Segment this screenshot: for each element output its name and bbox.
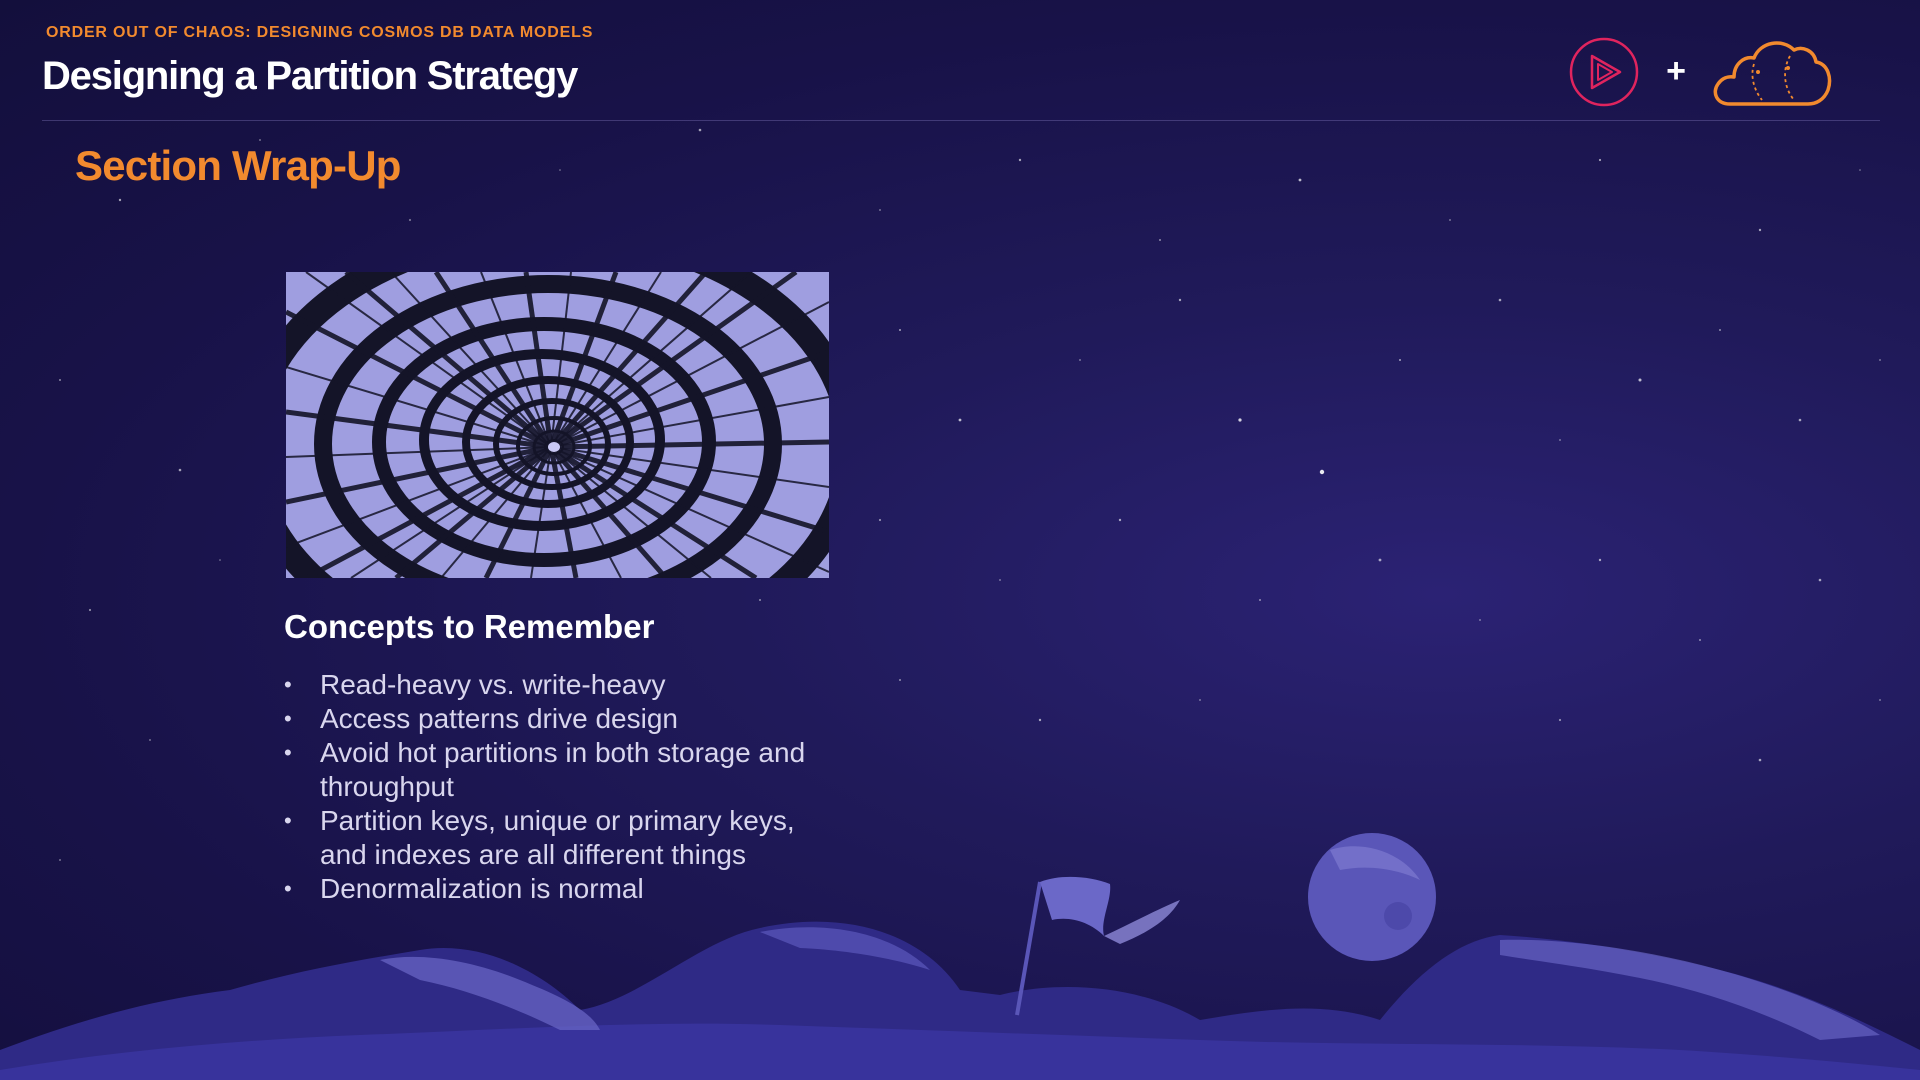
list-item: • Avoid hot partitions in both storage an… — [284, 736, 844, 804]
page-title: Designing a Partition Strategy — [42, 54, 578, 98]
plus-separator: + — [1666, 52, 1686, 90]
concepts-heading: Concepts to Remember — [284, 608, 655, 645]
moonscape-illustration — [0, 833, 1920, 1080]
slide: ORDER OUT OF CHAOS: DESIGNING COSMOS DB … — [0, 0, 1920, 1080]
course-kicker: ORDER OUT OF CHAOS: DESIGNING COSMOS DB … — [46, 24, 594, 41]
list-item: • Read-heavy vs. write-heavy — [284, 668, 844, 702]
spiral-staircase-image — [286, 272, 829, 578]
bullet-icon: • — [284, 740, 292, 765]
pluralsight-play-icon — [1569, 37, 1639, 107]
cloud-icon — [1713, 41, 1832, 106]
list-item-text: Access patterns drive design — [320, 703, 678, 734]
list-item-text: Read-heavy vs. write-heavy — [320, 669, 666, 700]
list-item: • Access patterns drive design — [284, 702, 844, 736]
bullet-icon: • — [284, 672, 292, 697]
header-divider — [42, 120, 1880, 121]
section-title: Section Wrap-Up — [75, 142, 401, 189]
bullet-icon: • — [284, 706, 292, 731]
list-item-text: Avoid hot partitions in both storage and… — [320, 737, 806, 802]
